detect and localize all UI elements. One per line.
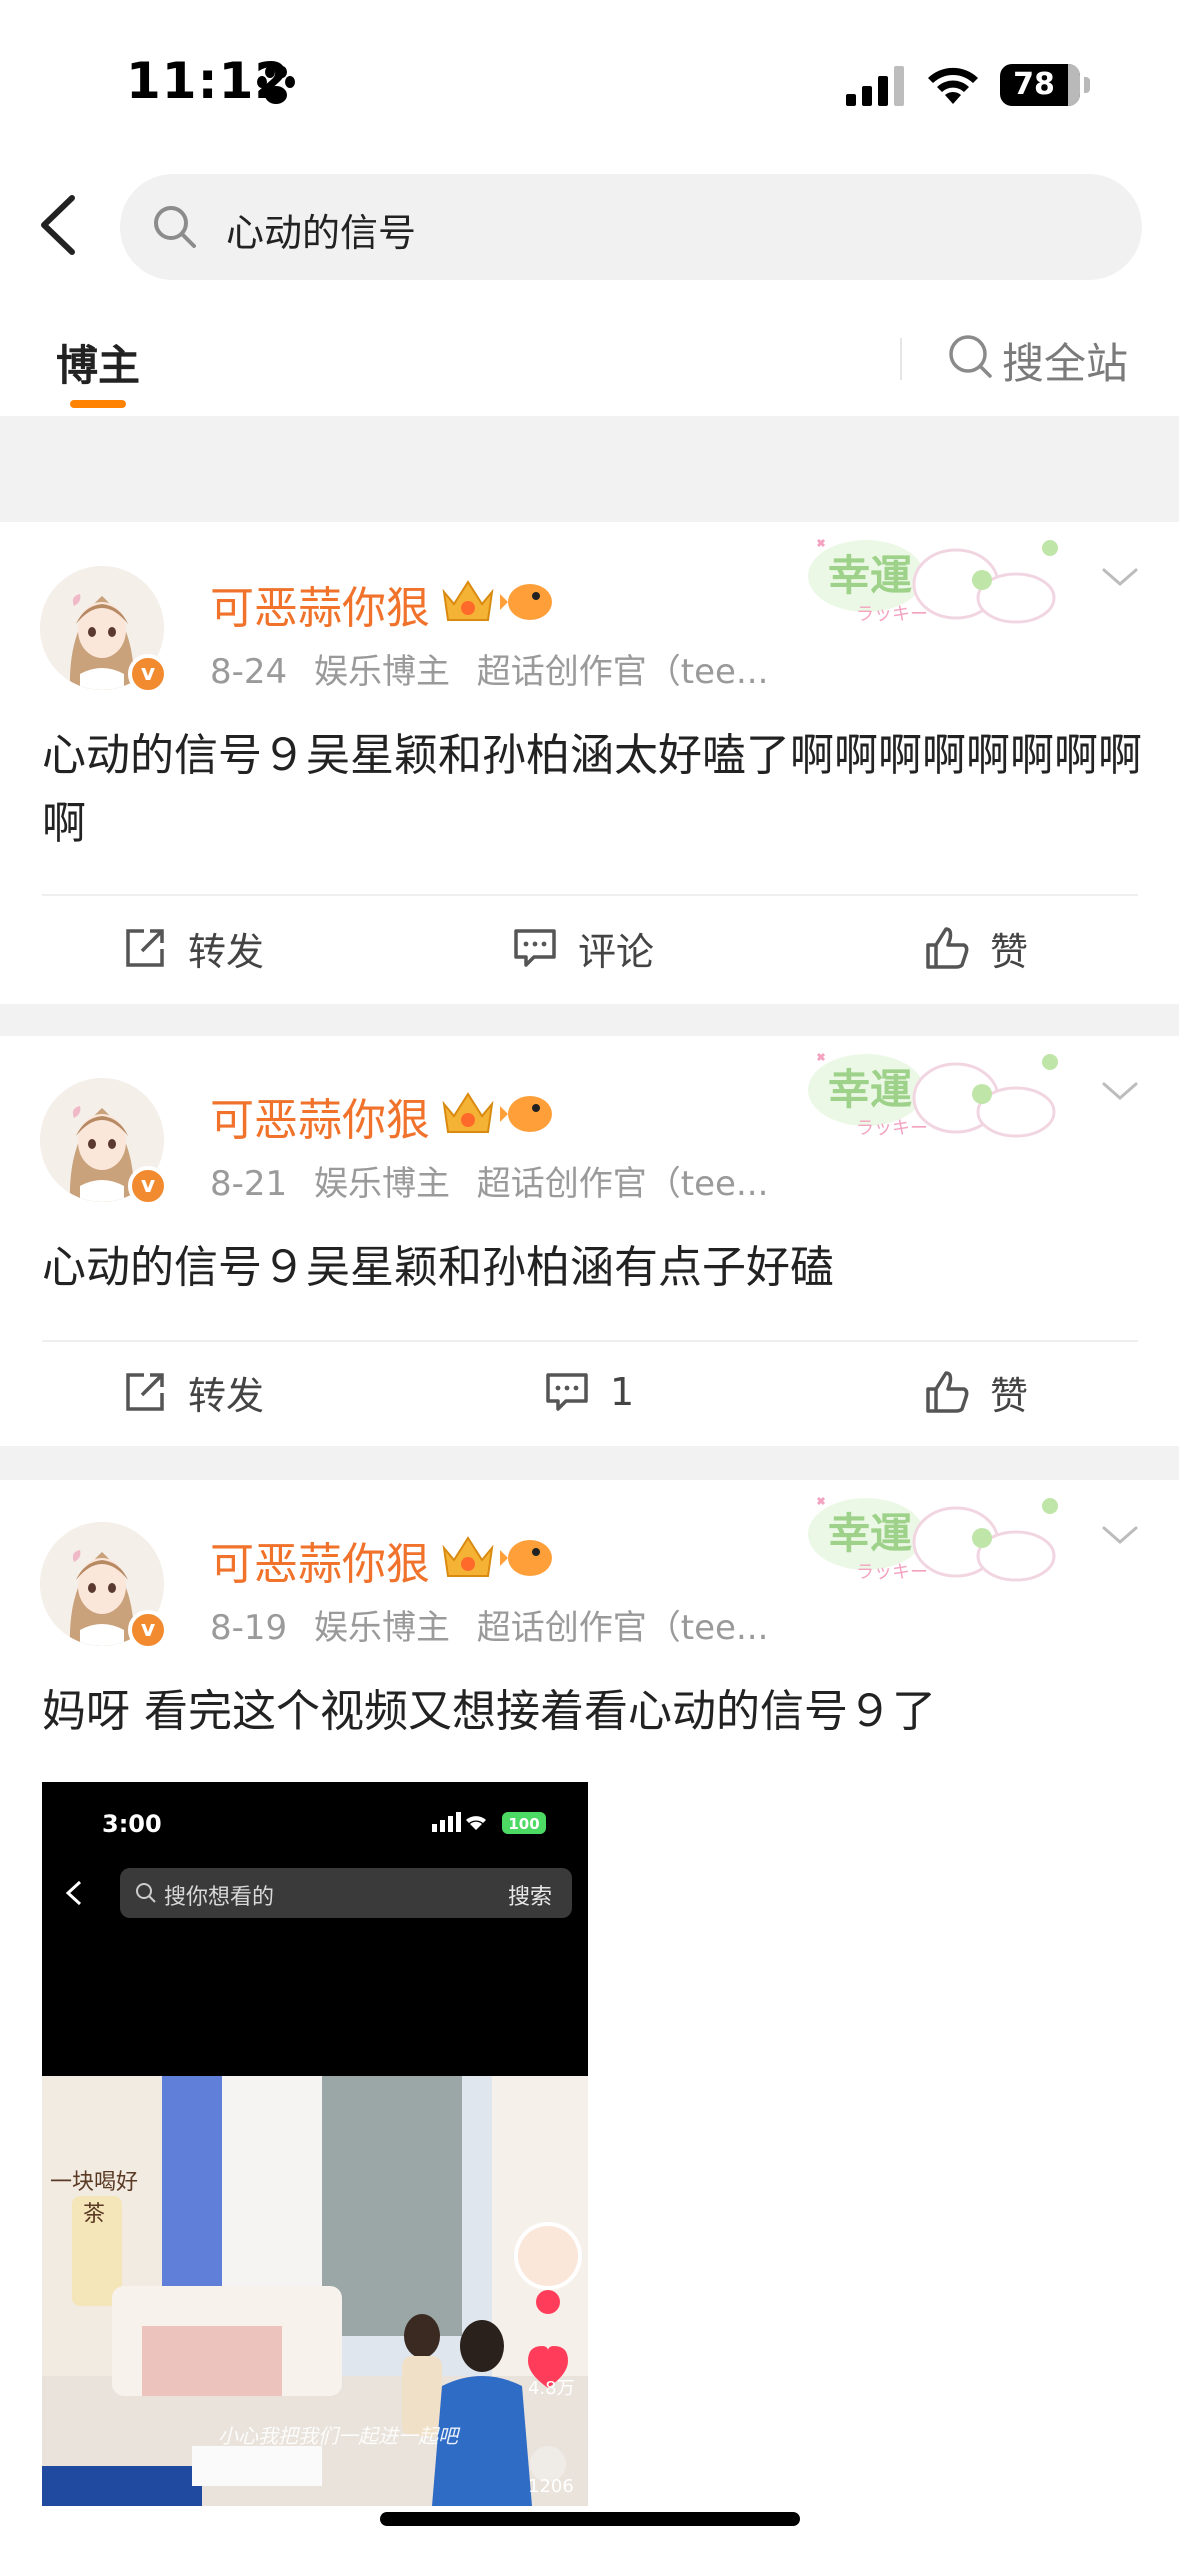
thumbs-up-icon (926, 927, 969, 969)
comment-button[interactable]: 评论 (512, 918, 654, 978)
lucky-text: 幸運 (828, 1509, 912, 1558)
repost-icon (126, 1373, 164, 1411)
post-text: 心动的信号９吴星颖和孙柏涵太好嗑了啊啊啊啊啊啊啊啊啊 (42, 730, 1142, 849)
post-tag: 娱乐博主 (313, 1608, 450, 1648)
avatar[interactable]: v (40, 1078, 168, 1206)
comment-icon (514, 929, 556, 967)
post-tag: 娱乐博主 (313, 652, 450, 692)
home-indicator (380, 2512, 800, 2526)
post-text: 妈呀 看完这个视频又想接着看心动的信号９了 (42, 1686, 936, 1737)
lucky-decoration: 幸運 ラッキー (808, 1052, 1058, 1139)
chevron-down-icon[interactable] (1098, 1520, 1142, 1550)
like-button[interactable]: 赞 (924, 1362, 1028, 1422)
paw-icon (257, 66, 295, 104)
video-status-icons: 100 (432, 1812, 546, 1834)
video-caption: 小心我把我们一起进一起吧 (218, 2424, 458, 2448)
post-meta: 8-19 娱乐博主 超话创作官（tee... (210, 1600, 784, 1649)
search-icon (949, 335, 992, 378)
post-separator (0, 1446, 1179, 1480)
video-status-time: 3:00 (102, 1810, 162, 1838)
action-divider (42, 1340, 1138, 1342)
lucky-sub-text: ラッキー (856, 604, 928, 625)
search-icon (136, 1883, 156, 1903)
comment-count: 1 (610, 1370, 635, 1414)
battery-level: 78 (1013, 67, 1055, 102)
post-username[interactable]: 可恶蒜你狠 (210, 572, 430, 636)
post-text: 心动的信号９吴星颖和孙柏涵有点子好磕 (42, 1242, 834, 1293)
lucky-text: 幸運 (828, 1065, 912, 1114)
video-search-placeholder: 搜你想看的 (164, 1885, 275, 1910)
post-username[interactable]: 可恶蒜你狠 (210, 1084, 430, 1148)
post-meta: 8-24 娱乐博主 超话创作官（tee... (210, 644, 784, 693)
chevron-down-icon[interactable] (1098, 1076, 1142, 1106)
like-button[interactable]: 赞 (924, 918, 1028, 978)
back-button[interactable] (30, 190, 90, 260)
post-tag: 娱乐博主 (313, 1164, 450, 1204)
tab-divider (900, 338, 902, 380)
post-card[interactable]: v 可恶蒜你狠 8-24 娱乐博主 超话创作官（tee... 幸運 ラッキー 心… (0, 522, 1179, 1004)
status-bar: 11:12 78 (0, 0, 1179, 150)
video-battery: 100 (508, 1815, 539, 1833)
repost-button[interactable]: 转发 (122, 1362, 264, 1422)
verified-badge-icon: v (128, 654, 168, 694)
video-comment-count: 1206 (528, 2476, 574, 2497)
verified-badge-icon: v (128, 1610, 168, 1650)
battery-icon: 78 (1000, 64, 1080, 106)
avatar[interactable]: v (40, 566, 168, 694)
search-whole-site-label: 搜全站 (1002, 339, 1129, 388)
tab-bar: 博主 搜全站 (0, 300, 1179, 416)
repost-label: 转发 (188, 929, 265, 974)
chevron-down-icon[interactable] (1098, 562, 1142, 592)
action-divider (42, 894, 1138, 896)
video-back-icon (65, 1880, 82, 1906)
post-card[interactable]: v 可恶蒜你狠 8-21 娱乐博主 超话创作官（tee... 幸運 ラッキー 心… (0, 1036, 1179, 1446)
video-search-bar: 搜你想看的 搜索 (120, 1868, 572, 1918)
comment-icon (546, 1373, 588, 1411)
tab-active-indicator (70, 400, 126, 408)
like-label: 赞 (990, 929, 1029, 974)
comment-label: 评论 (578, 929, 655, 974)
lucky-decoration: 幸運 ラッキー (808, 1496, 1058, 1583)
membership-badges-icon (442, 1536, 552, 1577)
post-separator (0, 1004, 1179, 1036)
lucky-sub-text: ラッキー (856, 1562, 928, 1583)
search-query: 心动的信号 (226, 211, 417, 255)
repost-icon (126, 929, 164, 967)
avatar[interactable]: v (40, 1522, 168, 1650)
wifi-icon (928, 67, 978, 104)
post-date: 8-21 (210, 1164, 288, 1204)
lucky-text: 幸運 (828, 551, 912, 600)
search-input[interactable]: 心动的信号 (120, 174, 1142, 280)
repost-button[interactable]: 转发 (122, 918, 264, 978)
lucky-sub-text: ラッキー (856, 1118, 928, 1139)
video-thumbnail[interactable]: 3:00 100 搜你想看的 搜索 一块喝好茶 小心我把我们一起进一起吧 4.8… (42, 1782, 588, 2506)
membership-badges-icon (442, 580, 552, 621)
tab-bloggers[interactable]: 博主 (56, 332, 140, 393)
search-icon (154, 206, 196, 248)
video-like-count: 4.8万 (528, 2378, 575, 2399)
video-sign-text: 一块喝好茶 (49, 2170, 138, 2227)
thumbs-up-icon (926, 1371, 969, 1413)
verified-badge-icon: v (128, 1166, 168, 1206)
like-label: 赞 (990, 1373, 1029, 1418)
post-date: 8-19 (210, 1608, 288, 1648)
video-search-button: 搜索 (508, 1885, 553, 1910)
lucky-decoration: 幸運 ラッキー (808, 538, 1058, 625)
post-date: 8-24 (210, 652, 288, 692)
cellular-signal-icon (846, 66, 904, 106)
membership-badges-icon (442, 1092, 552, 1133)
post-tag: 超话创作官（tee... (476, 652, 769, 692)
post-meta: 8-21 娱乐博主 超话创作官（tee... (210, 1156, 784, 1205)
repost-label: 转发 (188, 1373, 265, 1418)
post-tag: 超话创作官（tee... (476, 1164, 769, 1204)
section-gap (0, 416, 1179, 522)
battery-nub (1084, 77, 1090, 93)
post-username[interactable]: 可恶蒜你狠 (210, 1528, 430, 1592)
post-tag: 超话创作官（tee... (476, 1608, 769, 1648)
comment-button[interactable]: 1 (544, 1362, 634, 1422)
